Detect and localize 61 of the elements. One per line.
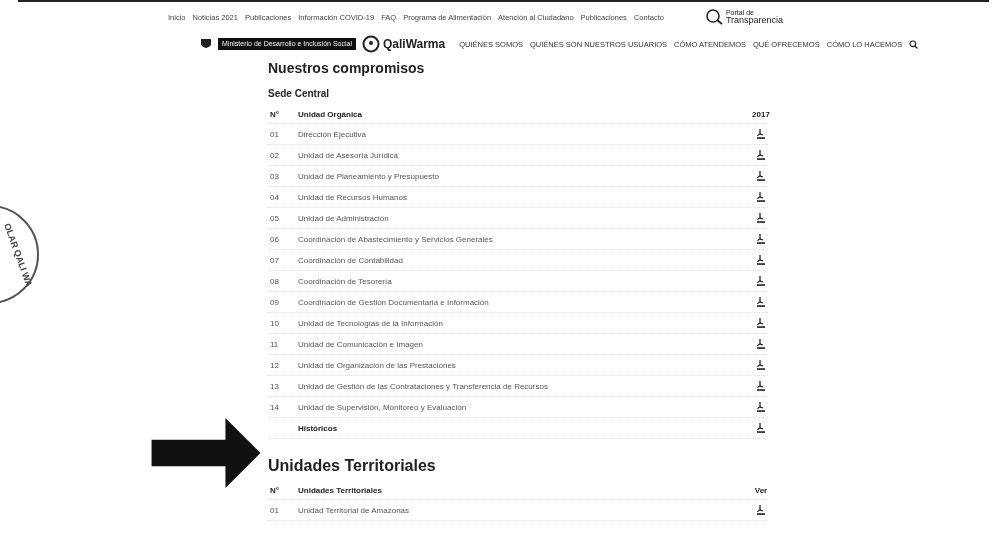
unit-name: Unidad Territorial de Amazonas [298, 505, 411, 515]
row-number: 10 [269, 318, 280, 328]
section-title: Sede Central [268, 88, 331, 99]
download-icon[interactable] [757, 192, 765, 202]
download-icon[interactable] [757, 150, 765, 160]
unit-name: Unidad de Administración [298, 213, 390, 223]
unit-name: Unidad de Asesoría Jurídica [298, 150, 400, 160]
logo-wordmark: Transparencia [725, 16, 784, 25]
download-icon[interactable] [757, 423, 765, 433]
column-header: Unidad Orgánica [298, 109, 363, 119]
row-number: 12 [269, 360, 280, 370]
column-header: N° [269, 485, 280, 495]
download-icon[interactable] [757, 360, 765, 370]
unit-name: Unidad de Comunicación e Imagen [298, 339, 424, 349]
column-header: N° [269, 109, 280, 119]
unit-name: Coordinación de Gestión Documentaria e Información [298, 297, 490, 307]
column-header: 2017 [754, 109, 768, 119]
download-icon[interactable] [757, 297, 765, 307]
unit-name: Unidad de Supervisión, Monitoreo y Evaluación [298, 402, 468, 412]
download-icon[interactable] [757, 381, 765, 391]
download-icon[interactable] [757, 234, 765, 244]
stamp-drawing: OLAR QALI WA [0, 205, 39, 304]
column-header: Unidades Territoriales [298, 485, 383, 495]
row-number: 05 [269, 213, 280, 223]
download-icon[interactable] [757, 402, 765, 412]
row-number: 06 [269, 234, 280, 244]
unit-name: Históricos [298, 423, 339, 433]
unit-name: Dirección Ejecutiva [298, 129, 368, 139]
row-number: 03 [269, 171, 280, 181]
download-icon[interactable] [757, 276, 765, 286]
download-icon[interactable] [757, 213, 765, 223]
row-number: 07 [269, 255, 280, 265]
row-number: 09 [269, 297, 280, 307]
download-icon[interactable] [757, 129, 765, 139]
page-title: Nuestros compromisos [268, 60, 426, 76]
download-icon[interactable] [757, 339, 765, 349]
download-icon[interactable] [757, 171, 765, 181]
row-number: 14 [269, 402, 280, 412]
search-icon[interactable] [909, 39, 919, 49]
section-title: Unidades Territoriales [268, 457, 437, 475]
unit-name: Unidad de Gestión de las Contrataciones y Transferencia de Recursos [298, 381, 549, 391]
row-number: 04 [269, 192, 280, 202]
unit-name: Unidad de Recursos Humanos [298, 192, 408, 202]
row-number: 13 [269, 381, 280, 391]
magnifier-logo-icon [705, 9, 724, 25]
row-number: 01 [269, 129, 280, 139]
download-icon[interactable] [757, 318, 765, 328]
unit-name: Coordinación de Tesorería [298, 276, 393, 286]
unit-name: Coordinación de Contabilidad [298, 255, 404, 265]
column-header: Ver [754, 485, 768, 495]
row-number: 11 [269, 339, 280, 349]
unit-name: Unidad de Planeamiento y Presupuesto [298, 171, 440, 181]
row-number: 02 [269, 150, 280, 160]
unit-name: Coordinación de Abastecimiento y Servicios Generales [298, 234, 494, 244]
download-icon[interactable] [757, 255, 765, 265]
unit-name: Unidad de Organización de las Prestaciones [298, 360, 457, 370]
row-number: 01 [269, 505, 280, 515]
row-number: 08 [269, 276, 280, 286]
download-icon[interactable] [757, 505, 765, 515]
unit-name: Unidad de Tecnologías de la Información [298, 318, 444, 328]
brand-name: QaliWarma [382, 37, 446, 51]
